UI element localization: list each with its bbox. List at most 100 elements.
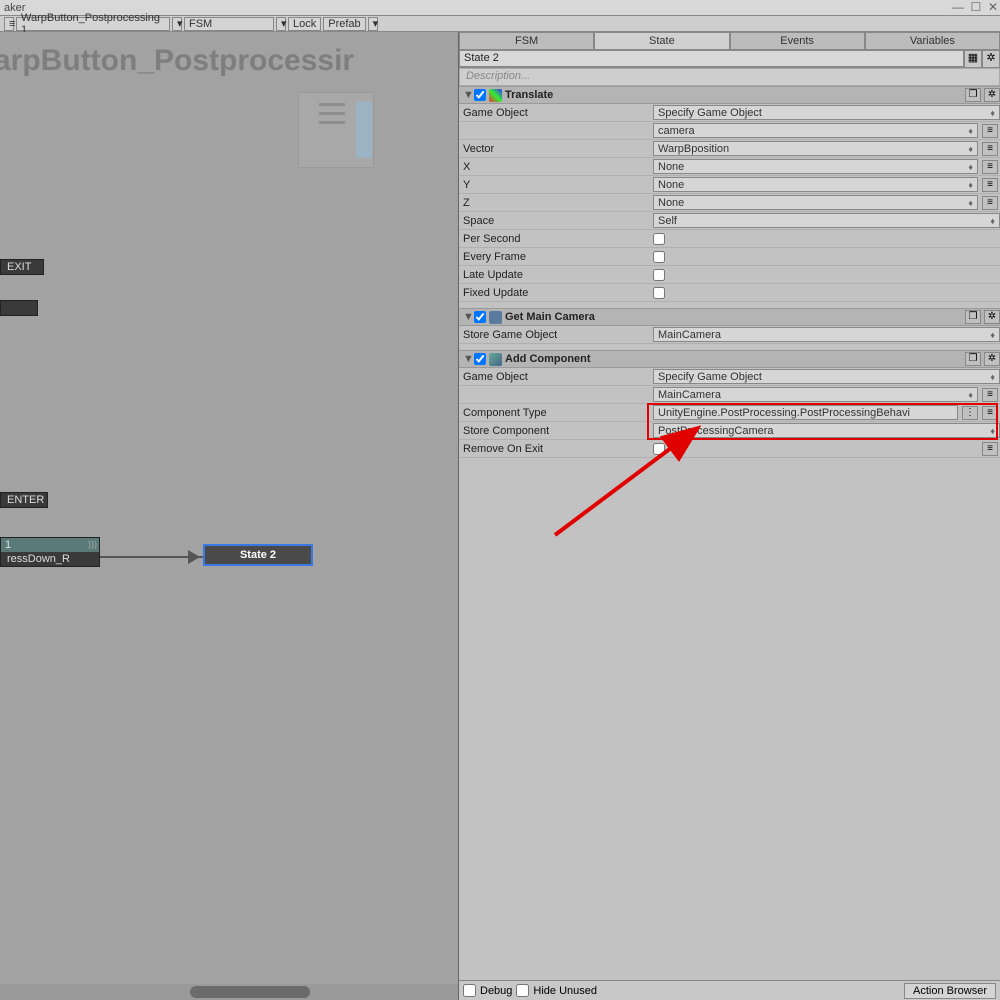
inspector-empty-area[interactable] [459,458,1000,980]
debug-label: Debug [480,985,512,997]
checkbox-remove-on-exit[interactable] [653,443,665,455]
label-late-update: Late Update [463,269,649,281]
minimap-active [356,102,372,158]
label-store-component: Store Component [463,425,649,437]
fsm-dropdown-arrow[interactable]: ▾ [276,17,286,31]
label-z: Z [463,197,649,209]
fsm-dropdown[interactable]: FSM [184,17,274,31]
component-icon [489,353,502,366]
node-fragment-1[interactable] [0,300,38,316]
label-vector: Vector [463,143,649,155]
action-enabled-checkbox[interactable] [474,89,486,101]
checkbox-every-frame[interactable] [653,251,665,263]
node-state1-event: ressDown_R [7,553,93,565]
translate-icon [489,89,502,102]
hide-unused-label: Hide Unused [533,985,597,997]
label-space: Space [463,215,649,227]
field-game-object[interactable]: Specify Game Object♦ [653,369,1000,384]
action-header-translate[interactable]: ▼ Translate ❐ ✲ [459,86,1000,104]
node-state2-selected[interactable]: State 2 [203,544,313,566]
canvas-title: arpButton_Postprocessir [0,44,354,78]
fold-icon[interactable]: ▼ [463,89,471,101]
label-y: Y [463,179,649,191]
copy-icon[interactable]: ❐ [965,88,981,102]
inspector-tabs: FSM State Events Variables [459,32,1000,50]
action-enabled-checkbox[interactable] [474,311,486,323]
tab-state[interactable]: State [594,32,729,49]
options-icon[interactable]: ≡ [982,142,998,156]
menu-icon[interactable]: ≡ [4,17,14,31]
window-controls[interactable]: ― ☐ ✕ [952,0,998,14]
inspector-bottom-bar: Debug Hide Unused Action Browser [459,980,1000,1000]
object-dropdown-arrow[interactable]: ▾ [172,17,182,31]
field-y[interactable]: None♦ [653,177,978,192]
inspector-panel: FSM State Events Variables State 2 ▦ ✲ D… [459,32,1000,1000]
gear-icon[interactable]: ✲ [984,352,1000,366]
field-store-component[interactable]: PostProcessingCamera♦ [653,423,1000,438]
state-name-input[interactable]: State 2 [459,50,964,67]
field-space[interactable]: Self♦ [653,213,1000,228]
description-input[interactable]: Description... [459,68,1000,86]
node-state1[interactable]: 1 ressDown_R [0,537,100,567]
field-store-game-object[interactable]: MainCamera♦ [653,327,1000,342]
action-enabled-checkbox[interactable] [474,353,486,365]
camera-icon [489,311,502,324]
options-icon[interactable]: ≡ [982,196,998,210]
color-swatch-button[interactable]: ▦ [964,50,982,68]
graph-canvas[interactable]: arpButton_Postprocessir EXIT ENTER 1 res… [0,32,459,1000]
hide-unused-checkbox[interactable] [516,984,529,997]
label-fixed-update: Fixed Update [463,287,649,299]
browse-icon[interactable]: ⋮ [962,406,978,420]
connection-arrow-icon [188,550,200,564]
node-enter[interactable]: ENTER [0,492,48,508]
action-header-add-component[interactable]: ▼ Add Component ❐ ✲ [459,350,1000,368]
state-options-button[interactable]: ✲ [982,50,1000,68]
label-game-object: Game Object [463,371,649,383]
field-x[interactable]: None♦ [653,159,978,174]
prefab-button[interactable]: Prefab [323,17,365,31]
checkbox-late-update[interactable] [653,269,665,281]
action-header-get-main-camera[interactable]: ▼ Get Main Camera ❐ ✲ [459,308,1000,326]
scrollbar-thumb[interactable] [190,986,310,998]
field-vector[interactable]: WarpBposition♦ [653,141,978,156]
lock-button[interactable]: Lock [288,17,321,31]
action-browser-button[interactable]: Action Browser [904,983,996,999]
field-component-type[interactable]: UnityEngine.PostProcessing.PostProcessin… [653,405,958,420]
action-title: Translate [505,89,962,101]
fold-icon[interactable]: ▼ [463,353,471,365]
checkbox-per-second[interactable] [653,233,665,245]
top-toolbar: ≡ WarpButton_Postprocessing 1 ▾ FSM ▾ Lo… [0,16,1000,32]
action-title: Add Component [505,353,962,365]
field-game-object[interactable]: Specify Game Object♦ [653,105,1000,120]
gear-icon[interactable]: ✲ [984,310,1000,324]
label-game-object: Game Object [463,107,649,119]
node-state1-header: 1 [1,538,99,552]
options-icon[interactable]: ≡ [982,160,998,174]
prefab-dropdown-arrow[interactable]: ▾ [368,17,378,31]
options-icon[interactable]: ≡ [982,388,998,402]
tab-variables[interactable]: Variables [865,32,1000,49]
tab-fsm[interactable]: FSM [459,32,594,49]
field-game-object-target[interactable]: MainCamera♦ [653,387,978,402]
options-icon[interactable]: ≡ [982,442,998,456]
label-component-type: Component Type [463,407,649,419]
label-every-frame: Every Frame [463,251,649,263]
debug-checkbox[interactable] [463,984,476,997]
label-x: X [463,161,649,173]
copy-icon[interactable]: ❐ [965,310,981,324]
tab-events[interactable]: Events [730,32,865,49]
label-remove-on-exit: Remove On Exit [463,443,649,455]
label-per-second: Per Second [463,233,649,245]
checkbox-fixed-update[interactable] [653,287,665,299]
field-game-object-target[interactable]: camera♦ [653,123,978,138]
object-dropdown[interactable]: WarpButton_Postprocessing 1 [16,17,170,31]
options-icon[interactable]: ≡ [982,178,998,192]
gear-icon[interactable]: ✲ [984,88,1000,102]
options-icon[interactable]: ≡ [982,406,998,420]
fold-icon[interactable]: ▼ [463,311,471,323]
copy-icon[interactable]: ❐ [965,352,981,366]
field-z[interactable]: None♦ [653,195,978,210]
horizontal-scrollbar[interactable] [0,984,458,1000]
options-icon[interactable]: ≡ [982,124,998,138]
node-exit[interactable]: EXIT [0,259,44,275]
